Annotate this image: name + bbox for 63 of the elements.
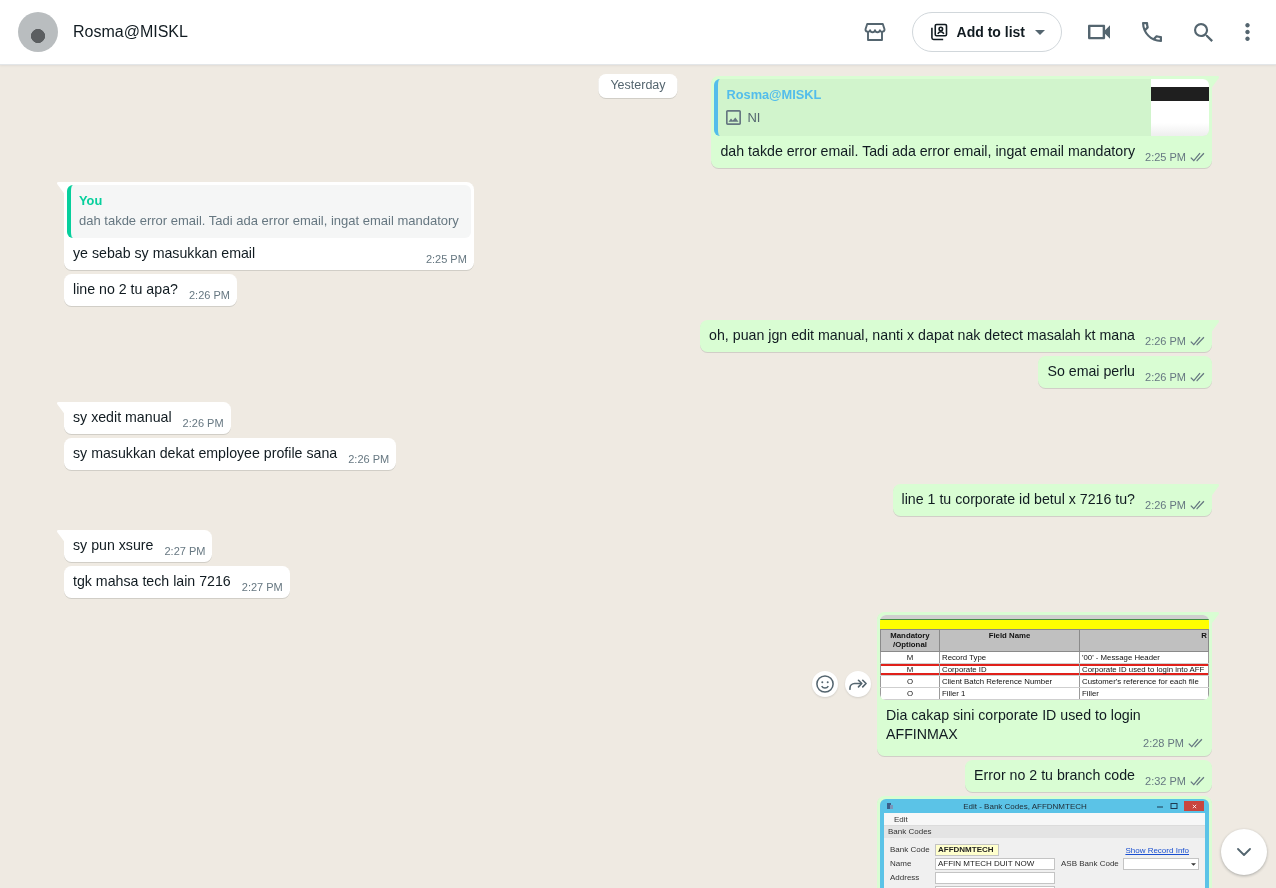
- quote-text: dah takde error email. Tadi ada error email, ingat email mandatory: [79, 212, 459, 230]
- add-to-list-button[interactable]: Add to list: [911, 12, 1062, 52]
- smiley-icon: [816, 675, 834, 693]
- message-text: Dia cakap sini corporate ID used to login AFFINMAX: [886, 707, 1141, 742]
- store-icon[interactable]: [862, 20, 887, 44]
- field-label: Name: [890, 858, 913, 870]
- field-label: ASB Bank Code: [1061, 858, 1120, 870]
- message-time: 2:27 PM: [164, 544, 206, 559]
- react-button[interactable]: [812, 671, 838, 697]
- caret-down-icon: [1035, 29, 1045, 35]
- quoted-message[interactable]: You dah takde error email. Tadi ada error email, ingat email mandatory: [67, 185, 471, 238]
- window-screenshot[interactable]: Edit - Bank Codes, AFFDNMTECH Edit Bank Codes Bank Code AFFDNMTECH Name AFFIN MTECH DUIT NOW Address Show Record Info ASB Bank Code: [880, 799, 1209, 888]
- forward-icon: [849, 678, 867, 690]
- message-time: 2:26 PM: [348, 452, 390, 467]
- message-time: 2:26 PM: [188, 288, 230, 303]
- field-label: Bank Code: [890, 844, 931, 856]
- message-text: So emai perlu: [1047, 363, 1135, 379]
- message-time: 2:25 PM: [425, 252, 467, 267]
- close-icon: [1191, 803, 1197, 809]
- contact-card-icon: [928, 22, 949, 42]
- caret-down-icon: [1191, 862, 1196, 866]
- photo-icon: [726, 109, 742, 125]
- message-text: line no 2 tu apa?: [73, 281, 178, 297]
- message-text: oh, puan jgn edit manual, nanti x dapat nak detect masalah kt mana: [709, 327, 1135, 343]
- quote-author: You: [79, 192, 104, 209]
- message-text: sy pun xsure: [73, 537, 154, 553]
- field-label: Address: [890, 872, 921, 884]
- message-time: 2:27 PM: [241, 580, 283, 595]
- window-title: Edit - Bank Codes, AFFDNMTECH: [962, 801, 1088, 811]
- message-time: 2:26 PM: [1145, 334, 1186, 349]
- message-time: 2:32 PM: [1145, 774, 1186, 789]
- search-icon[interactable]: [1194, 22, 1213, 42]
- message-text: Error no 2 tu branch code: [974, 767, 1135, 783]
- phone-icon[interactable]: [1142, 22, 1162, 42]
- message-time: 2:26 PM: [1145, 498, 1186, 513]
- contact-name[interactable]: Rosma@MISKL: [73, 23, 188, 41]
- message-text: sy xedit manual: [73, 409, 172, 425]
- message-text: sy masukkan dekat employee profile sana: [73, 445, 338, 461]
- record-info-link: Show Record Info: [1125, 845, 1189, 855]
- quoted-message[interactable]: Rosma@MISKL NI: [714, 79, 1209, 136]
- message-text: ye sebab sy masukkan email: [73, 245, 256, 261]
- date-chip: Yesterday: [598, 74, 678, 98]
- message-text: dah takde error email. Tadi ada error email, ingat email mandatory: [720, 143, 1135, 159]
- chevron-down-icon: [1237, 848, 1251, 856]
- forward-button[interactable]: [845, 671, 871, 697]
- message-text: tgk mahsa tech lain 7216: [73, 573, 231, 589]
- section-header: Bank Codes: [884, 826, 1205, 838]
- message-time: 2:26 PM: [1145, 370, 1186, 385]
- menu-icon[interactable]: [1245, 23, 1250, 41]
- message-text: line 1 tu corporate id betul x 7216 tu?: [901, 491, 1135, 507]
- maximize-icon: [1170, 802, 1178, 810]
- message-time: 2:28 PM: [1143, 736, 1184, 751]
- video-camera-icon[interactable]: [1088, 24, 1110, 40]
- menu-item: Edit: [894, 814, 908, 824]
- quote-text: NI: [747, 109, 761, 125]
- input-field: AFFDNMTECH: [935, 844, 999, 856]
- message-time: 2:25 PM: [1145, 150, 1186, 165]
- quote-author: Rosma@MISKL: [726, 86, 823, 103]
- input-field: AFFIN MTECH DUIT NOW: [935, 858, 1055, 870]
- contact-avatar[interactable]: [18, 12, 58, 52]
- app-icon: [886, 802, 894, 810]
- message-time: 2:26 PM: [182, 416, 224, 431]
- table-screenshot[interactable]: [880, 615, 1209, 700]
